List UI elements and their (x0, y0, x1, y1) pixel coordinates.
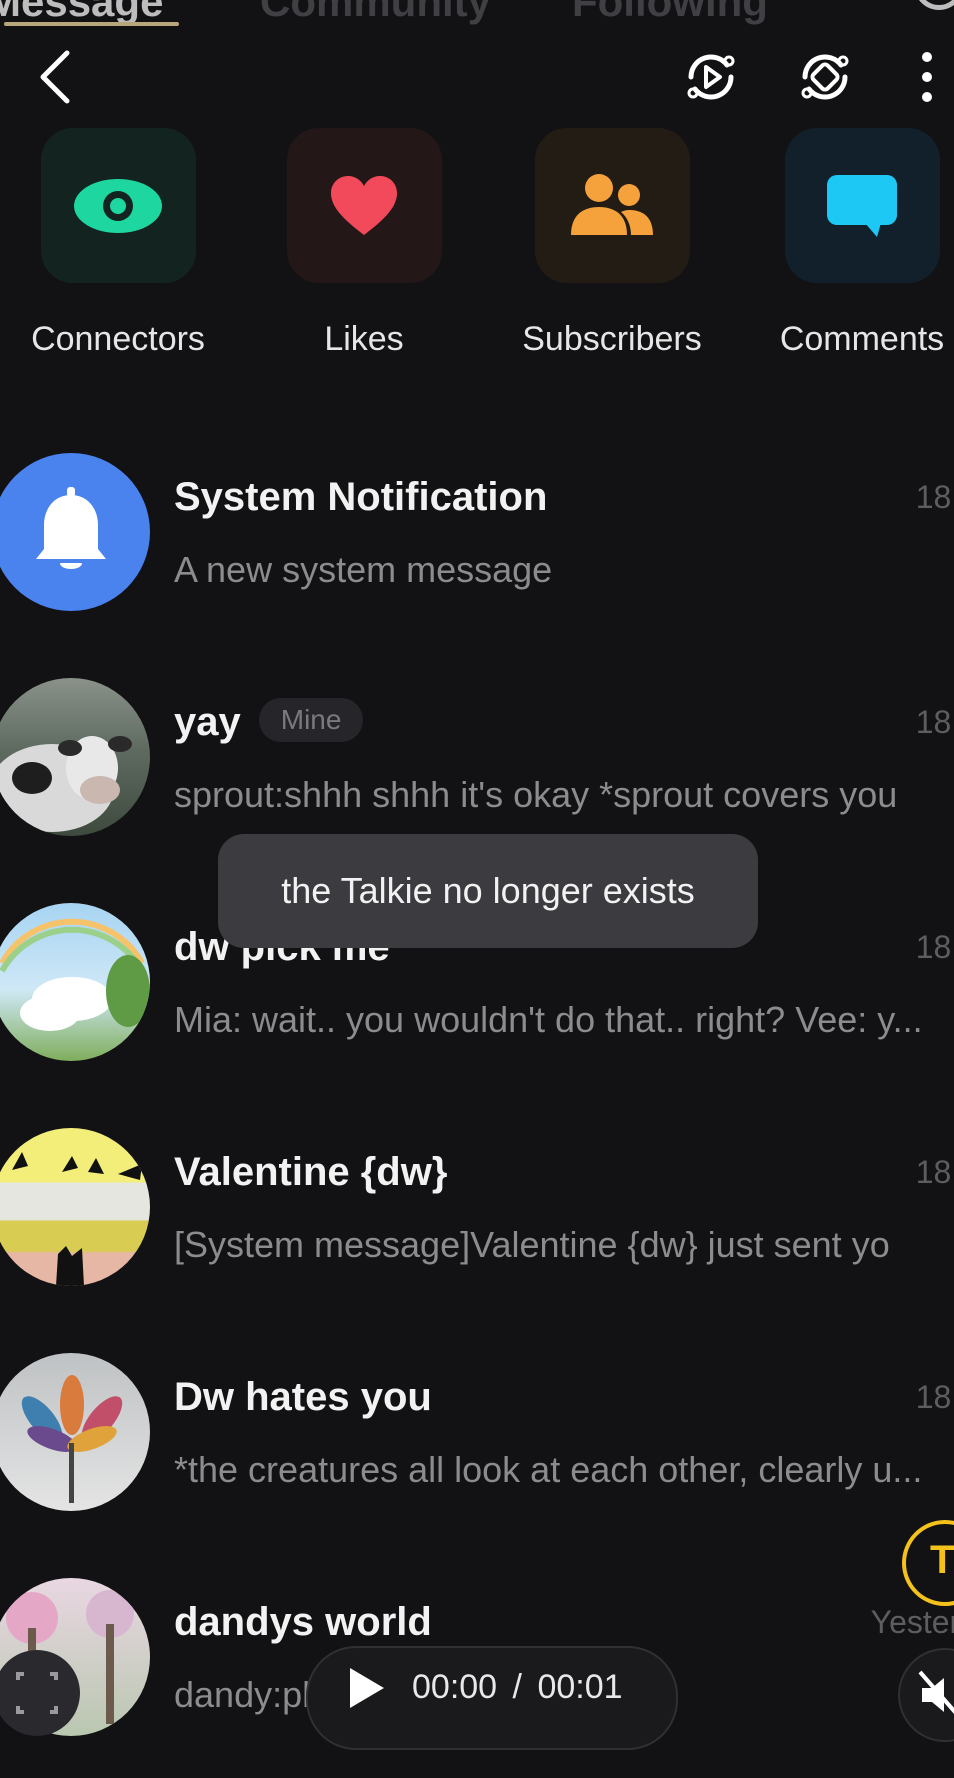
speaker-muted-icon (918, 1670, 954, 1714)
chat-preview: Mia: wait.. you wouldn't do that.. right… (174, 999, 923, 1040)
mine-badge: Mine (258, 698, 364, 743)
toast-message: the Talkie no longer exists (218, 834, 758, 948)
screenshot-button[interactable] (0, 1650, 80, 1736)
active-tab-indicator (4, 22, 179, 26)
tab-following[interactable]: Following (572, 0, 768, 26)
chat-time: 18:2 (915, 1379, 954, 1415)
avatar (0, 903, 150, 1061)
category-label: Comments (779, 320, 945, 358)
chat-preview: *the creatures all look at each other, c… (174, 1449, 923, 1490)
eye-icon (74, 178, 162, 233)
player-time: 00:00 / 00:01 (412, 1668, 623, 1707)
comment-icon (827, 174, 897, 237)
category-connectors[interactable]: Connectors (31, 128, 205, 358)
replay-play-icon (687, 54, 735, 100)
current-time: 00:00 (412, 1668, 498, 1706)
cow-avatar-image (0, 736, 132, 832)
time-separator: / (512, 1668, 522, 1706)
video-player-bar[interactable]: 00:00 / 00:01 (306, 1646, 678, 1750)
chat-time: 18:5 (915, 479, 954, 515)
top-tab-bar: Message Community Following (0, 0, 954, 28)
chat-time: 18:3 (915, 704, 954, 740)
subscribers-tile (534, 128, 690, 283)
chat-item-valentine-dw[interactable]: Valentine {dw} [System message]Valentine… (0, 1128, 954, 1328)
total-time: 00:01 (537, 1668, 623, 1706)
chat-name: Valentine {dw} (174, 1150, 448, 1194)
chat-name: Dw hates you (174, 1375, 432, 1419)
chat-time: Yesterd (870, 1604, 954, 1640)
flower-avatar-image (21, 1375, 123, 1503)
more-options-button[interactable] (892, 42, 954, 112)
chat-name-text: yay (174, 700, 241, 744)
rotate-swap-icon (801, 54, 849, 100)
tab-community[interactable]: Community (260, 0, 491, 26)
search-icon[interactable] (914, 0, 954, 10)
chat-preview: sprout:shhh shhh it's okay *sprout cover… (174, 774, 898, 815)
comments-tile (784, 128, 940, 283)
connectors-tile (40, 128, 196, 283)
mute-button[interactable] (898, 1648, 954, 1742)
category-label: Subscribers (522, 320, 702, 358)
chat-name: System Notification (174, 475, 548, 519)
chevron-left-icon (40, 50, 70, 104)
category-likes[interactable]: Likes (284, 128, 444, 358)
crop-icon (16, 1672, 58, 1714)
chat-item-system-notification[interactable]: System Notification A new system message… (0, 453, 954, 653)
heart-icon (331, 175, 397, 235)
play-icon[interactable] (346, 1666, 386, 1710)
chat-time: 18:2 (915, 1154, 954, 1190)
sky-avatar-image (0, 918, 150, 1031)
chat-preview: A new system message (174, 549, 553, 590)
avatar (0, 453, 150, 611)
switch-button[interactable] (790, 42, 860, 112)
avatar (0, 1128, 150, 1286)
more-vertical-icon (922, 52, 932, 102)
people-icon (571, 173, 653, 235)
category-comments[interactable]: Comments (780, 128, 944, 358)
video-replay-button[interactable] (676, 42, 746, 112)
chat-preview: [System message]Valentine {dw} just sent… (174, 1224, 890, 1265)
chat-time: 18:2 (915, 929, 954, 965)
avatar (0, 1353, 150, 1511)
silhouette-avatar-image (12, 1152, 142, 1286)
category-label: Likes (324, 320, 404, 358)
chat-name: yay Mine (174, 698, 364, 746)
chat-name: dandys world (174, 1600, 432, 1644)
avatar (0, 678, 150, 836)
category-subscribers[interactable]: Subscribers (522, 128, 702, 358)
back-button[interactable] (20, 42, 90, 112)
chat-item-dw-hates-you[interactable]: Dw hates you *the creatures all look at … (0, 1353, 954, 1553)
likes-tile (286, 128, 442, 283)
bell-icon (36, 487, 106, 569)
category-label: Connectors (31, 320, 205, 358)
talkie-t-icon: T (930, 1538, 954, 1582)
